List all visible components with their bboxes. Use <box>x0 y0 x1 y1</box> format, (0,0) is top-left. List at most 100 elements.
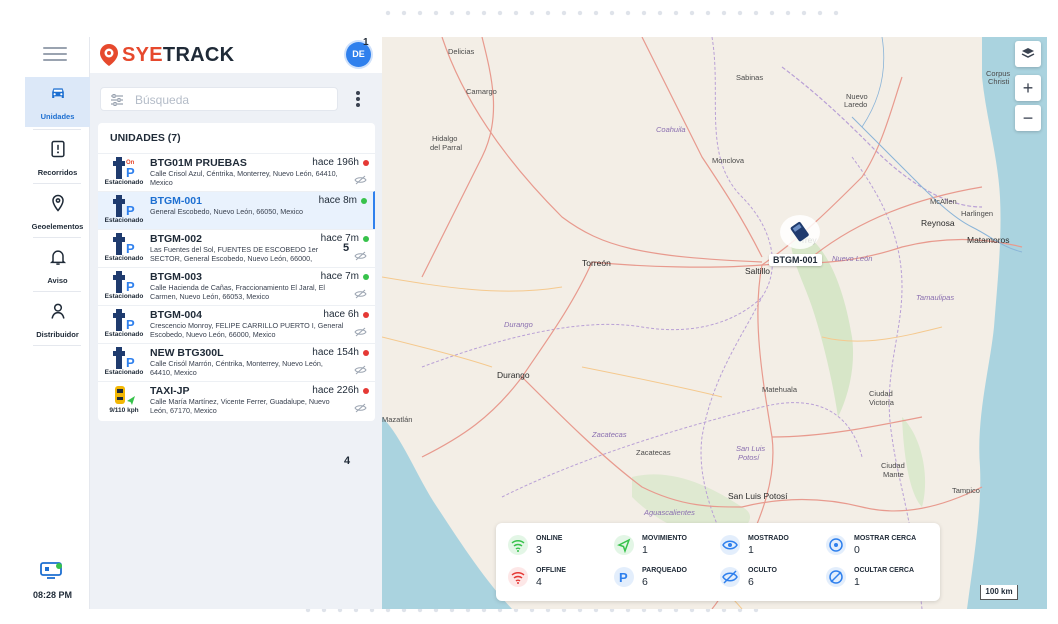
eye-slash-icon[interactable] <box>354 289 367 299</box>
legend-ocultar-cerca[interactable]: OCULTAR CERCA 1 <box>826 565 926 593</box>
nav-item-aviso[interactable]: Aviso <box>25 241 90 291</box>
route-icon <box>50 140 65 158</box>
legend-mostrar-cerca[interactable]: MOSTRAR CERCA 0 <box>826 533 926 561</box>
map-label: McAllen <box>930 197 957 206</box>
zoom-in-button[interactable]: + <box>1015 75 1041 101</box>
eye-slash-icon[interactable] <box>354 251 367 261</box>
unit-row[interactable]: P Estacionado BTGM-004 hace 6h Crescenci… <box>98 305 375 343</box>
marker-label: BTGM-001 <box>769 254 822 266</box>
parked-vehicle-icon: POn <box>113 157 135 179</box>
unit-state: Estacionado <box>104 369 144 376</box>
unit-address: Calle Crisól Marrón, Céntrika, Monterrey… <box>150 360 323 377</box>
map-label: Mazatlán <box>382 415 413 424</box>
map-view[interactable]: Delicias Camargo Hidalgo del Parral Coah… <box>382 37 1047 609</box>
clock-time: 08:28 PM <box>32 590 73 600</box>
nav-label: Recorridos <box>37 168 78 177</box>
map-label: Coahuila <box>656 125 686 134</box>
legend-offline[interactable]: OFFLINE 4 <box>508 565 608 593</box>
unit-last-seen: hace 8m <box>318 195 357 206</box>
user-icon <box>50 303 65 319</box>
eye-icon <box>720 535 740 555</box>
zoom-out-button[interactable]: − <box>1015 105 1041 131</box>
navigation-arrow-icon <box>614 535 634 555</box>
legend-value: 1 <box>642 544 648 556</box>
unit-last-seen: hace 154h <box>312 347 359 358</box>
unit-row[interactable]: P Estacionado BTGM-003 hace 7m Calle Hac… <box>98 267 375 305</box>
nav-label: Distribuidor <box>36 330 79 339</box>
map-label: Harlingen <box>961 209 994 218</box>
legend-movimiento[interactable]: MOVIMIENTO 1 <box>614 533 714 561</box>
nav-label: Unidades <box>40 112 75 121</box>
layers-button[interactable] <box>1015 41 1041 67</box>
nav-item-unidades[interactable]: Unidades <box>25 77 90 127</box>
car-icon <box>51 88 64 98</box>
legend-oculto[interactable]: OCULTO 6 <box>720 565 820 593</box>
map-label: Sabinas <box>736 73 764 82</box>
eye-slash-icon[interactable] <box>354 327 367 337</box>
bell-icon <box>49 250 66 265</box>
map-label: Durango <box>504 320 533 329</box>
legend-title: PARQUEADO <box>642 567 687 574</box>
svg-text:P: P <box>126 165 135 179</box>
map-label: Torreón <box>582 258 611 268</box>
geofence-off-icon <box>826 567 846 587</box>
unit-name: BTG01M PRUEBAS <box>150 157 247 169</box>
legend-value: 1 <box>748 544 754 556</box>
unit-state: Estacionado <box>104 331 144 338</box>
more-options-icon[interactable] <box>354 91 362 107</box>
status-dot <box>363 274 369 280</box>
map-label: Aguascalientes <box>644 508 695 517</box>
legend-parqueado[interactable]: P PARQUEADO 6 <box>614 565 714 593</box>
legend-title: MOSTRAR CERCA <box>854 535 917 542</box>
unit-state: Estacionado <box>104 179 144 186</box>
eye-slash-icon <box>720 567 740 587</box>
nav-item-distribuidor[interactable]: Distribuidor <box>25 295 90 345</box>
eye-slash-icon[interactable] <box>354 365 367 375</box>
map-label: Christi <box>988 77 1010 86</box>
legend-mostrado[interactable]: MOSTRADO 1 <box>720 533 820 561</box>
legend-title: ONLINE <box>536 535 563 542</box>
nav-item-geoelementos[interactable]: Geoelementos <box>25 187 90 237</box>
unit-row[interactable]: P Estacionado NEW BTG300L hace 154h Call… <box>98 343 375 381</box>
menu-icon[interactable] <box>43 47 67 61</box>
status-legend: ONLINE 3 OFFLINE 4 MOVIMIENTO 1 P PARQUE… <box>496 523 940 601</box>
eye-slash-icon[interactable] <box>354 175 367 185</box>
unit-address: Calle María Martínez, Vicente Ferrer, Gu… <box>150 398 330 415</box>
search-input[interactable] <box>135 91 325 108</box>
legend-title: OCULTO <box>748 567 777 574</box>
nav-divider <box>33 129 81 130</box>
unit-address: Calle Hacienda de Cañas, Fraccionamiento… <box>150 284 325 301</box>
map-label: Laredo <box>844 100 868 109</box>
parked-vehicle-icon: P <box>113 195 135 217</box>
unit-row[interactable]: P Estacionado BTGM-002 hace 7m Las Fuent… <box>98 229 375 267</box>
taxi-moving-icon <box>115 386 135 405</box>
nav-item-recorridos[interactable]: Recorridos <box>25 133 90 183</box>
map-label: Hidalgo <box>432 134 458 143</box>
legend-value: 4 <box>536 576 542 588</box>
eye-slash-icon[interactable] <box>354 403 367 413</box>
panel-header: SYETRACK DE 1 <box>90 37 382 73</box>
legend-value: 1 <box>854 576 860 588</box>
unit-name: BTGM-004 <box>150 309 202 321</box>
unit-last-seen: hace 226h <box>312 385 359 396</box>
map-label: Monclova <box>712 156 745 165</box>
brand-logo: SYETRACK <box>98 42 234 68</box>
unit-row-selected[interactable]: P Estacionado BTGM-001 hace 8m General E… <box>98 191 375 229</box>
unit-row[interactable]: P On Estacionado BTG01M PRUEBAS hace 196h… <box>98 153 375 191</box>
unit-row[interactable]: 9/110 kph TAXI-JP hace 226h Calle María … <box>98 381 375 419</box>
app-window: Unidades Recorridos Geoelementos Aviso D… <box>25 37 1047 609</box>
map-label: Nuevo León <box>832 254 873 263</box>
legend-online[interactable]: ONLINE 3 <box>508 533 608 561</box>
unit-address: Las Fuentes del Sol, FUENTES DE ESCOBEDO… <box>150 246 319 263</box>
map-label: Tampico <box>952 486 980 495</box>
vehicle-marker[interactable] <box>780 215 820 249</box>
svg-text:P: P <box>126 355 135 369</box>
filter-icon[interactable] <box>110 93 124 107</box>
map-label: Ciudad <box>881 461 905 470</box>
unit-state: Estacionado <box>104 293 144 300</box>
map-label: San Luis Potosí <box>728 491 788 501</box>
unit-name: BTGM-001 <box>150 195 202 207</box>
connection-status-dot <box>56 563 62 569</box>
unit-last-seen: hace 7m <box>320 233 359 244</box>
unit-speed: 9/110 kph <box>109 407 139 414</box>
